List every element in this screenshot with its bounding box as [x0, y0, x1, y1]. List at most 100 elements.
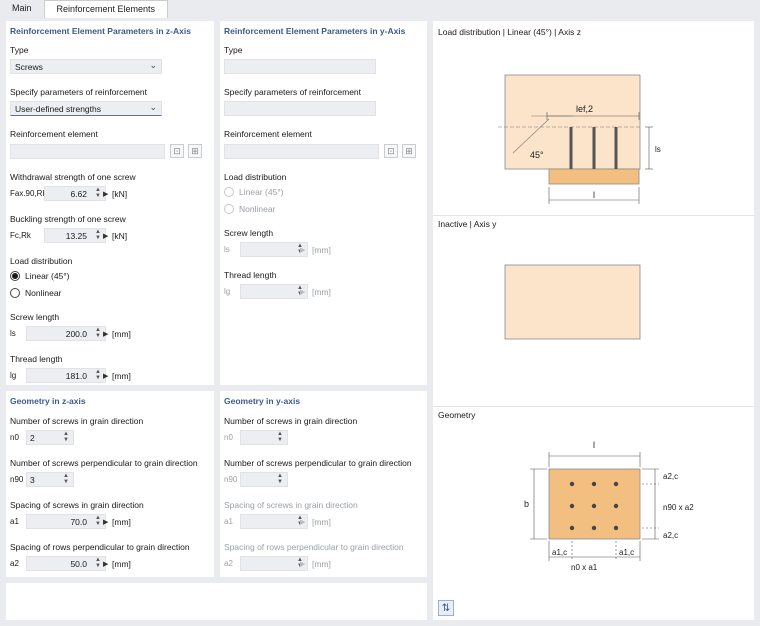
label-a1c-left: a1,c [552, 548, 567, 557]
buckling-unit: [kN] [112, 231, 128, 241]
n0-input-z[interactable]: 2 ▲ ▼ [26, 430, 74, 445]
spinner-icon[interactable]: ▲ ▼ [63, 431, 69, 443]
label-n90-a2: n90 x a2 [663, 503, 694, 512]
arrow-right-icon[interactable]: ▶ [103, 232, 108, 240]
a1-label-y: Spacing of screws in grain direction [224, 500, 358, 510]
label-45deg: 45° [530, 150, 544, 160]
n0-value-z: 2 [30, 433, 35, 443]
label-geometry-l: l [593, 440, 595, 450]
thread-length-input-z[interactable]: 181.0 ▲ ▼ [26, 368, 106, 383]
spinner-icon: ▲ ▼ [277, 431, 283, 443]
type-select-z-value: Screws [15, 62, 43, 72]
screw-length-label-y: Screw length [224, 228, 274, 238]
section-title-y: Reinforcement Element Parameters in y-Ax… [224, 26, 406, 36]
spinner-icon[interactable]: ▲ ▼ [63, 473, 69, 485]
type-select-z[interactable]: Screws ⌄ [10, 59, 162, 74]
radio-linear-z[interactable]: Linear (45°) [10, 271, 70, 281]
radio-nonlinear-z[interactable]: Nonlinear [10, 288, 61, 298]
radio-linear-y-label: Linear (45°) [239, 187, 284, 197]
tab-bar: Main Reinforcement Elements [0, 0, 169, 18]
label-ls: ls [655, 145, 661, 154]
panel-z-parameters: Reinforcement Element Parameters in z-Ax… [6, 21, 214, 385]
section-title-z: Reinforcement Element Parameters in z-Ax… [10, 26, 191, 36]
n90-symbol-y: n90 [224, 475, 238, 484]
chevron-down-icon: ⌄ [149, 102, 157, 112]
thread-length-input-y: ▲ ▼ [240, 284, 308, 299]
withdrawal-label: Withdrawal strength of one screw [10, 172, 136, 182]
thread-length-label-y: Thread length [224, 270, 277, 280]
tab-main[interactable]: Main [0, 0, 44, 18]
radio-linear-z-label: Linear (45°) [25, 271, 70, 281]
arrow-right-icon[interactable]: ▶ [103, 330, 108, 338]
load-distribution-graphic-title: Load distribution | Linear (45°) | Axis … [438, 27, 581, 37]
inactive-diagram [504, 264, 641, 340]
spinner-icon[interactable]: ▲ ▼ [95, 229, 101, 241]
a1-input-z[interactable]: 70.0 ▲ ▼ [26, 514, 106, 529]
spinner-icon[interactable]: ▲ ▼ [95, 515, 101, 527]
element-label-z: Reinforcement element [10, 129, 98, 139]
radio-unchecked-icon [10, 288, 20, 298]
n0-symbol-z: n0 [10, 433, 19, 442]
thread-length-value-z: 181.0 [65, 371, 87, 381]
n90-value-z: 3 [30, 475, 35, 485]
withdrawal-unit: [kN] [112, 189, 128, 199]
n90-label-z: Number of screws perpendicular to grain … [10, 458, 198, 468]
thread-length-symbol-y: lg [224, 287, 231, 296]
screw-length-unit-y: [mm] [312, 245, 331, 255]
a2-input-y: ▲ ▼ [240, 556, 308, 571]
screw-length-input-z[interactable]: 200.0 ▲ ▼ [26, 326, 106, 341]
geometry-graphic-title: Geometry [438, 410, 476, 420]
withdrawal-input[interactable]: 6.62 ▲ ▼ [44, 186, 106, 201]
n0-input-y: ▲ ▼ [240, 430, 288, 445]
graphic-settings-icon[interactable]: ⇅ [438, 600, 454, 616]
n90-input-y: ▲ ▼ [240, 472, 288, 487]
arrow-right-icon: ▶ [300, 519, 306, 526]
divider [433, 406, 754, 407]
n0-label-z: Number of screws in grain direction [10, 416, 144, 426]
arrow-right-icon[interactable]: ▶ [103, 560, 108, 568]
n90-input-z[interactable]: 3 ▲ ▼ [26, 472, 74, 487]
n0-label-y: Number of screws in grain direction [224, 416, 358, 426]
spinner-icon[interactable]: ▲ ▼ [95, 327, 101, 339]
radio-nonlinear-y: Nonlinear [224, 204, 275, 214]
label-lef2: lef,2 [576, 104, 593, 114]
a2-symbol-y: a2 [224, 559, 233, 568]
specify-select-y [224, 101, 376, 116]
specify-label-z: Specify parameters of reinforcement [10, 87, 148, 97]
element-field-y [224, 144, 379, 159]
a2-input-z[interactable]: 50.0 ▲ ▼ [26, 556, 106, 571]
a2-label-z: Spacing of rows perpendicular to grain d… [10, 542, 190, 552]
radio-nonlinear-y-label: Nonlinear [239, 204, 276, 214]
chevron-down-icon: ⌄ [149, 60, 157, 70]
type-select-y [224, 59, 376, 74]
element-label-y: Reinforcement element [224, 129, 312, 139]
spinner-icon[interactable]: ▲ ▼ [95, 187, 101, 199]
label-n0-a1: n0 x a1 [571, 563, 598, 572]
thread-length-unit-z: [mm] [112, 371, 131, 381]
load-distribution-label-y: Load distribution [224, 172, 287, 182]
new-element-icon: ⊡ [384, 144, 398, 158]
label-b: b [524, 499, 529, 509]
n0-symbol-y: n0 [224, 433, 233, 442]
panel-comment [6, 583, 427, 620]
inactive-graphic-title: Inactive | Axis y [438, 219, 497, 229]
type-label-z: Type [10, 45, 29, 55]
spinner-icon[interactable]: ▲ ▼ [95, 369, 101, 381]
edit-element-icon[interactable]: ⊞ [188, 144, 202, 158]
new-element-icon[interactable]: ⊡ [170, 144, 184, 158]
buckling-input[interactable]: 13.25 ▲ ▼ [44, 228, 106, 243]
buckling-label: Buckling strength of one screw [10, 214, 126, 224]
a2-unit-y: [mm] [312, 559, 331, 569]
label-l: l [593, 190, 595, 200]
a1-symbol-z: a1 [10, 517, 19, 526]
tab-reinforcement-elements[interactable]: Reinforcement Elements [43, 0, 169, 18]
specify-select-z[interactable]: User-defined strengths ⌄ [10, 101, 162, 116]
arrow-right-icon[interactable]: ▶ [103, 518, 108, 526]
screw-length-label-z: Screw length [10, 312, 60, 322]
specify-label-y: Specify parameters of reinforcement [224, 87, 362, 97]
thread-length-label-z: Thread length [10, 354, 63, 364]
arrow-right-icon[interactable]: ▶ [103, 372, 108, 380]
arrow-right-icon[interactable]: ▶ [103, 190, 108, 198]
load-distribution-label-z: Load distribution [10, 256, 73, 266]
spinner-icon[interactable]: ▲ ▼ [95, 557, 101, 569]
